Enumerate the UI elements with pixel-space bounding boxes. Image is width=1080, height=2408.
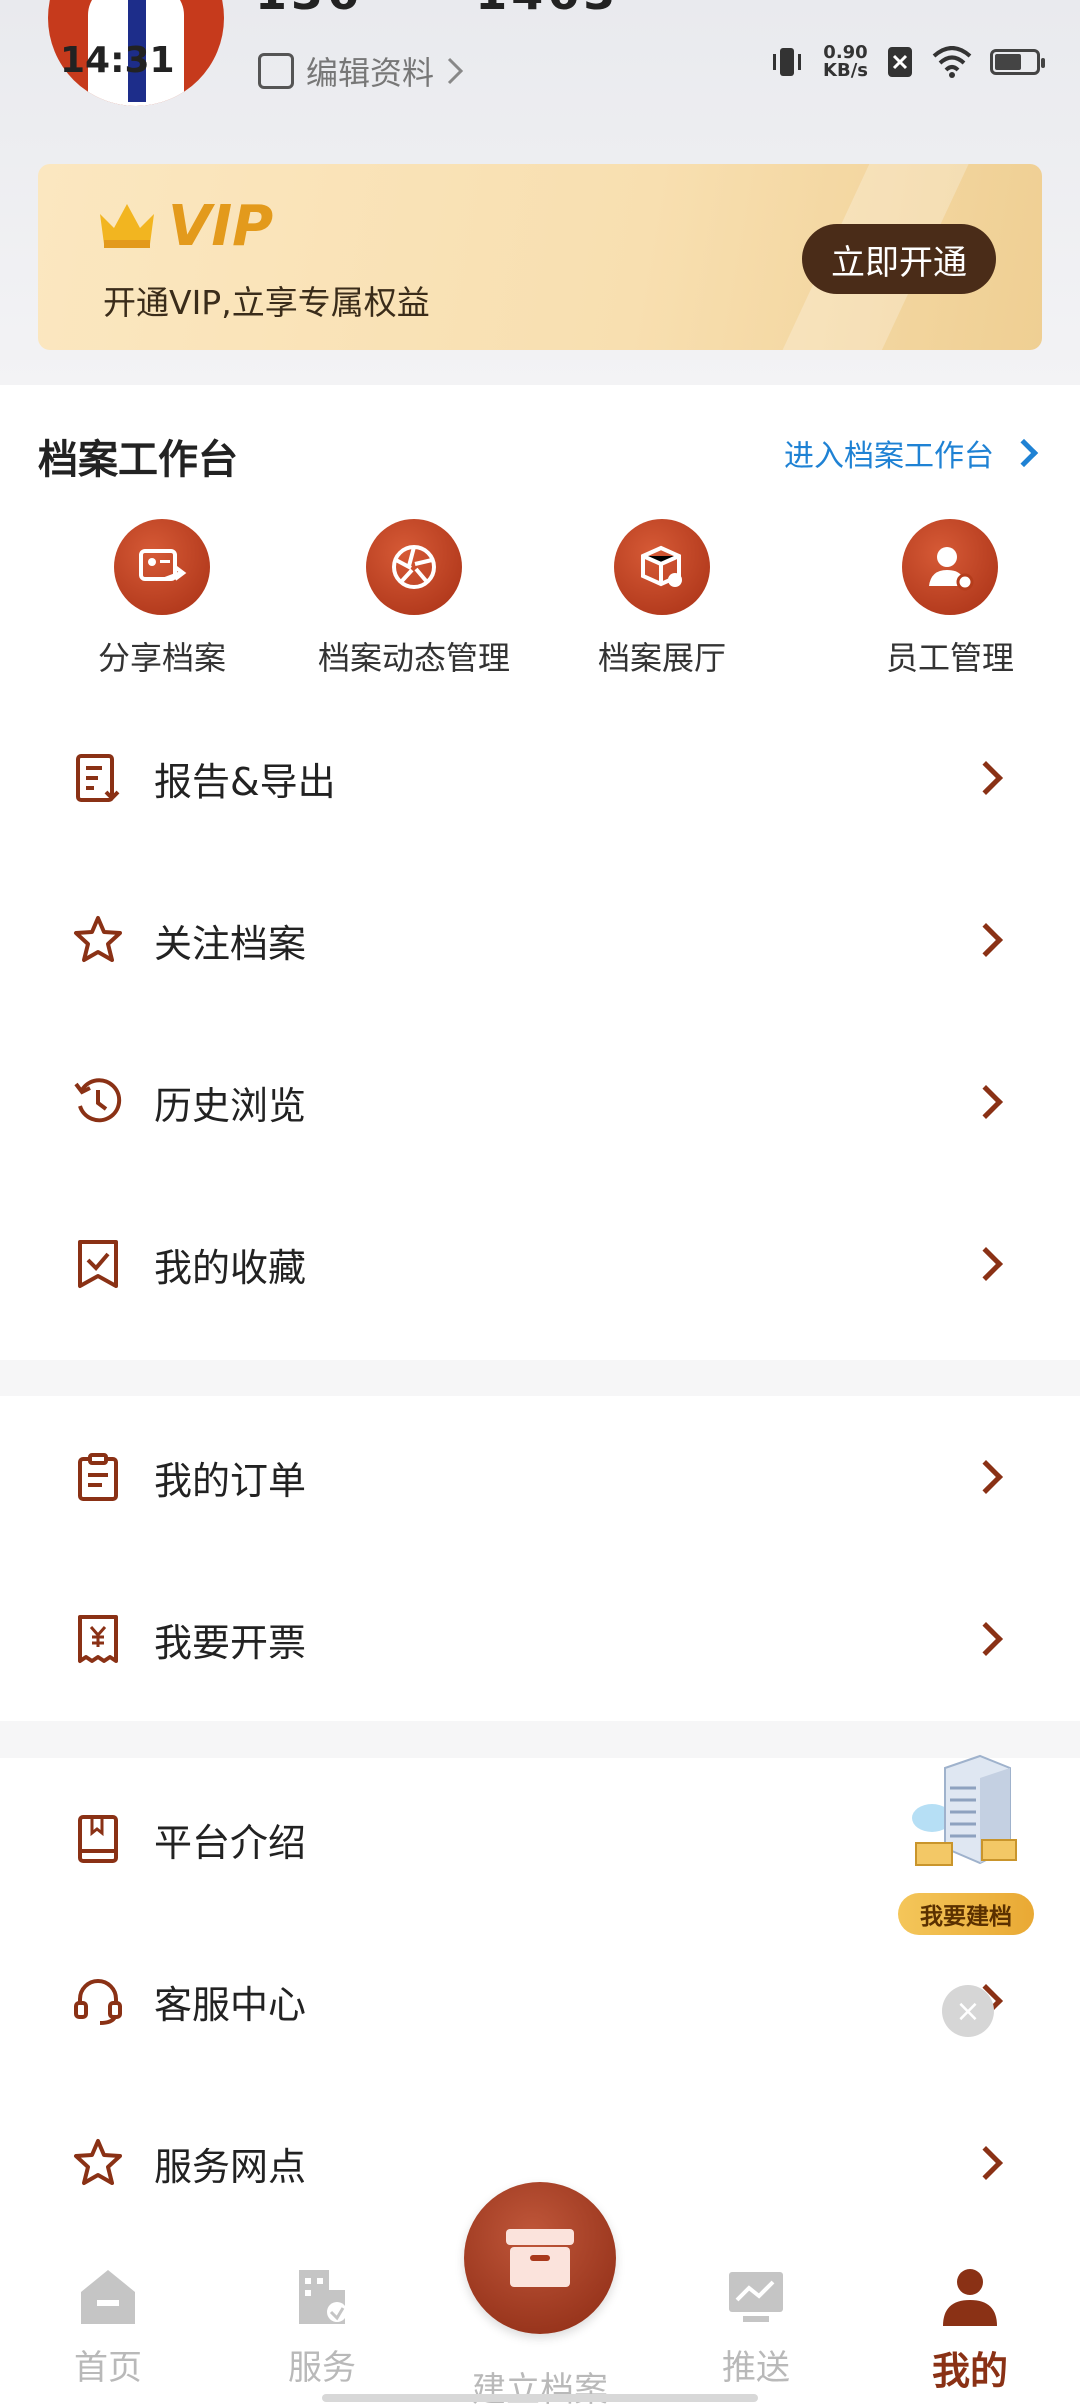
chevron-right-icon xyxy=(969,1247,1003,1281)
box-gear-icon xyxy=(614,519,710,615)
edit-profile-label: 编辑资料 xyxy=(306,54,435,92)
sim-off-icon xyxy=(888,47,912,77)
server-building-icon xyxy=(912,1754,1017,1866)
star-icon xyxy=(72,914,124,966)
chevron-right-icon xyxy=(969,761,1003,795)
enter-workbench-label: 进入档案工作台 xyxy=(784,439,994,474)
battery-icon xyxy=(990,49,1045,75)
edit-profile-link[interactable]: 编辑资料 xyxy=(258,48,464,94)
menu-label: 我要开票 xyxy=(154,1620,307,1665)
vip-banner[interactable]: VIP 开通VIP,立享专属权益 立即开通 xyxy=(38,164,1042,350)
star-outline-icon xyxy=(72,2137,124,2189)
menu-item-history[interactable]: 历史浏览 xyxy=(0,1021,1080,1183)
chevron-right-icon xyxy=(1009,438,1039,468)
nav-mine[interactable]: 我的 xyxy=(900,2266,1040,2395)
nav-label: 首页 xyxy=(74,2348,142,2388)
shortcut-archive-dynamic[interactable]: 档案动态管理 xyxy=(318,519,510,679)
enter-workbench-link[interactable]: 进入档案工作台 xyxy=(784,431,1039,475)
user-icon xyxy=(943,2269,997,2326)
shortcut-label: 员工管理 xyxy=(885,639,1014,677)
shortcut-share-archive[interactable]: 分享档案 xyxy=(0,519,324,679)
invoice-icon xyxy=(72,1613,124,1665)
history-icon xyxy=(72,1076,124,1128)
shortcut-archive-hall[interactable]: 档案展厅 xyxy=(504,519,820,679)
clipboard-icon xyxy=(72,1451,124,1503)
vip-subtitle: 开通VIP,立享专属权益 xyxy=(103,283,430,322)
nav-push[interactable]: 推送 xyxy=(686,2266,826,2389)
edit-icon xyxy=(258,53,294,89)
user-gear-icon xyxy=(902,519,998,615)
menu-label: 关注档案 xyxy=(154,921,307,966)
home-indicator xyxy=(322,2394,758,2402)
archive-box-icon xyxy=(506,2229,574,2287)
nav-service[interactable]: 服务 xyxy=(252,2266,392,2389)
nav-label: 推送 xyxy=(722,2348,790,2388)
vip-title: VIP xyxy=(168,194,274,259)
nav-label: 服务 xyxy=(288,2348,356,2388)
workbench-title: 档案工作台 xyxy=(38,437,238,483)
crown-icon xyxy=(100,204,154,248)
workbench-shortcuts: 分享档案 档案动态管理 档案展厅 员工管理 xyxy=(0,519,1080,679)
main-menu: 报告&导出 关注档案 历史浏览 我的收藏 xyxy=(0,697,1080,1345)
screen: 136****1463 14:31 0.90KB/s 编辑资料 VIP 开通VI… xyxy=(0,0,1080,2408)
bookmark-check-icon xyxy=(72,1238,124,1290)
chevron-right-icon xyxy=(969,2146,1003,2180)
menu-item-customer-service[interactable]: 客服中心 xyxy=(0,1920,1080,2082)
vibrate-icon xyxy=(773,48,802,76)
menu-item-follow-archive[interactable]: 关注档案 xyxy=(0,859,1080,1021)
menu-item-my-orders[interactable]: 我的订单 xyxy=(0,1396,1080,1558)
monitor-chart-icon xyxy=(729,2272,783,2322)
workbench-card: 档案工作台 进入档案工作台 分享档案 档案动态管理 档案展厅 员工管理 报告&导… xyxy=(0,385,1080,1360)
floating-create-label: 我要建档 xyxy=(898,1893,1034,1935)
building-service-icon xyxy=(299,2270,347,2324)
create-archive-button[interactable] xyxy=(464,2182,616,2334)
menu-item-invoice[interactable]: 我要开票 xyxy=(0,1558,1080,1720)
chevron-right-icon xyxy=(969,1460,1003,1494)
menu-item-report-export[interactable]: 报告&导出 xyxy=(0,697,1080,859)
user-name: 136****1463 xyxy=(255,0,619,20)
close-floating-button[interactable]: × xyxy=(942,1985,994,2037)
chevron-right-icon xyxy=(969,1622,1003,1656)
book-icon xyxy=(72,1813,124,1865)
orders-menu: 我的订单 我要开票 xyxy=(0,1396,1080,1720)
bottom-navigation: 首页 服务 建立档案 推送 我的 xyxy=(0,2182,1080,2408)
menu-label: 平台介绍 xyxy=(154,1820,307,1865)
shortcut-label: 分享档案 xyxy=(97,639,226,677)
home-icon xyxy=(81,2270,135,2324)
chevron-right-icon xyxy=(447,57,464,85)
nav-home[interactable]: 首页 xyxy=(38,2266,178,2389)
orders-card: 我的订单 我要开票 xyxy=(0,1396,1080,1721)
floating-create-archive[interactable]: 我要建档 xyxy=(890,1748,1040,1938)
vip-open-button[interactable]: 立即开通 xyxy=(802,224,996,294)
menu-label: 历史浏览 xyxy=(154,1083,307,1128)
close-icon: × xyxy=(955,1993,981,2029)
network-speed: 0.90 KB/s xyxy=(823,42,868,81)
aperture-icon xyxy=(366,519,462,615)
chevron-right-icon xyxy=(969,923,1003,957)
wifi-icon xyxy=(932,46,972,78)
headset-icon xyxy=(72,1975,124,2027)
nav-label: 我的 xyxy=(931,2349,1008,2393)
share-card-icon xyxy=(114,519,210,615)
status-icons: 0.90 KB/s xyxy=(769,42,1045,81)
shortcut-staff-management[interactable]: 员工管理 xyxy=(820,519,1080,679)
menu-label: 客服中心 xyxy=(154,1982,307,2027)
menu-item-favorites[interactable]: 我的收藏 xyxy=(0,1183,1080,1345)
status-time: 14:31 xyxy=(60,40,175,81)
chevron-right-icon xyxy=(969,1085,1003,1119)
menu-label: 服务网点 xyxy=(154,2144,307,2189)
shortcut-label: 档案动态管理 xyxy=(318,639,511,677)
menu-label: 我的订单 xyxy=(154,1458,307,1503)
report-export-icon xyxy=(72,752,124,804)
shortcut-label: 档案展厅 xyxy=(597,639,726,677)
menu-label: 报告&导出 xyxy=(154,759,336,804)
menu-label: 我的收藏 xyxy=(154,1245,307,1290)
